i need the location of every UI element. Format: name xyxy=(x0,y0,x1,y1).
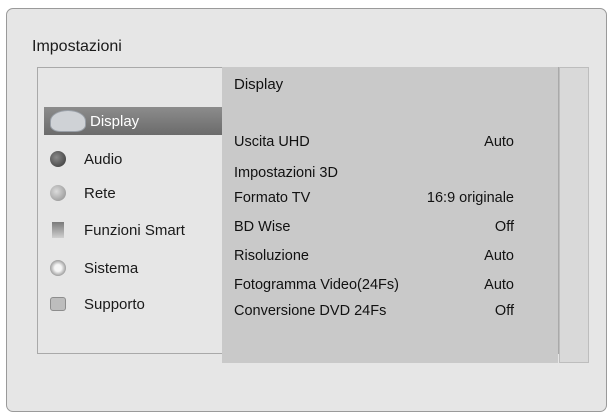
network-icon xyxy=(50,185,66,201)
page-title: Impostazioni xyxy=(32,38,122,55)
menu-item-display[interactable]: Display xyxy=(44,107,222,135)
scrollbar[interactable] xyxy=(559,67,589,363)
setting-value: Auto xyxy=(484,134,514,150)
setting-value: Auto xyxy=(484,277,514,293)
setting-row-uscita-uhd[interactable]: Uscita UHD Auto xyxy=(234,131,514,153)
menu-item-label: Audio xyxy=(84,150,123,168)
setting-label: BD Wise xyxy=(234,219,291,235)
menu-item-label: Display xyxy=(90,112,140,130)
setting-value: Auto xyxy=(484,248,514,264)
setting-label: Uscita UHD xyxy=(234,134,310,150)
setting-label: Conversione DVD 24Fs xyxy=(234,303,387,319)
menu-item-label: Rete xyxy=(84,184,116,202)
setting-row-bd-wise[interactable]: BD Wise Off xyxy=(234,216,514,238)
menu-item-label: Supporto xyxy=(84,295,145,313)
setting-value: Off xyxy=(494,219,514,235)
support-icon xyxy=(50,297,66,311)
setting-row-formato-tv[interactable]: Formato TV 16:9 originale xyxy=(234,187,514,209)
menu-item-supporto[interactable]: Supporto xyxy=(44,290,222,318)
smart-features-icon xyxy=(52,222,64,238)
setting-label: Risoluzione xyxy=(234,248,309,264)
audio-icon xyxy=(50,151,66,167)
menu-item-rete[interactable]: Rete xyxy=(44,179,222,207)
menu-item-sistema[interactable]: Sistema xyxy=(44,254,222,282)
setting-row-risoluzione[interactable]: Risoluzione Auto xyxy=(234,245,514,267)
setting-label: Impostazioni 3D xyxy=(234,165,338,181)
setting-row-impostazioni-3d[interactable]: Impostazioni 3D xyxy=(234,162,514,184)
setting-value: 16:9 originale xyxy=(426,190,514,206)
system-icon xyxy=(50,260,66,276)
menu-item-funzioni-smart[interactable]: Funzioni Smart xyxy=(44,216,222,244)
setting-label: Formato TV xyxy=(234,190,311,206)
panel-title: Display xyxy=(234,76,284,93)
display-icon xyxy=(50,110,86,132)
menu-item-audio[interactable]: Audio xyxy=(44,145,222,173)
setting-label: Fotogramma Video(24Fs) xyxy=(234,277,399,293)
setting-row-conversione-dvd[interactable]: Conversione DVD 24Fs Off xyxy=(234,300,514,322)
setting-value: Off xyxy=(494,303,514,319)
menu-item-label: Funzioni Smart xyxy=(84,221,185,239)
menu-item-label: Sistema xyxy=(84,259,139,277)
setting-row-fotogramma-video[interactable]: Fotogramma Video(24Fs) Auto xyxy=(234,274,514,296)
